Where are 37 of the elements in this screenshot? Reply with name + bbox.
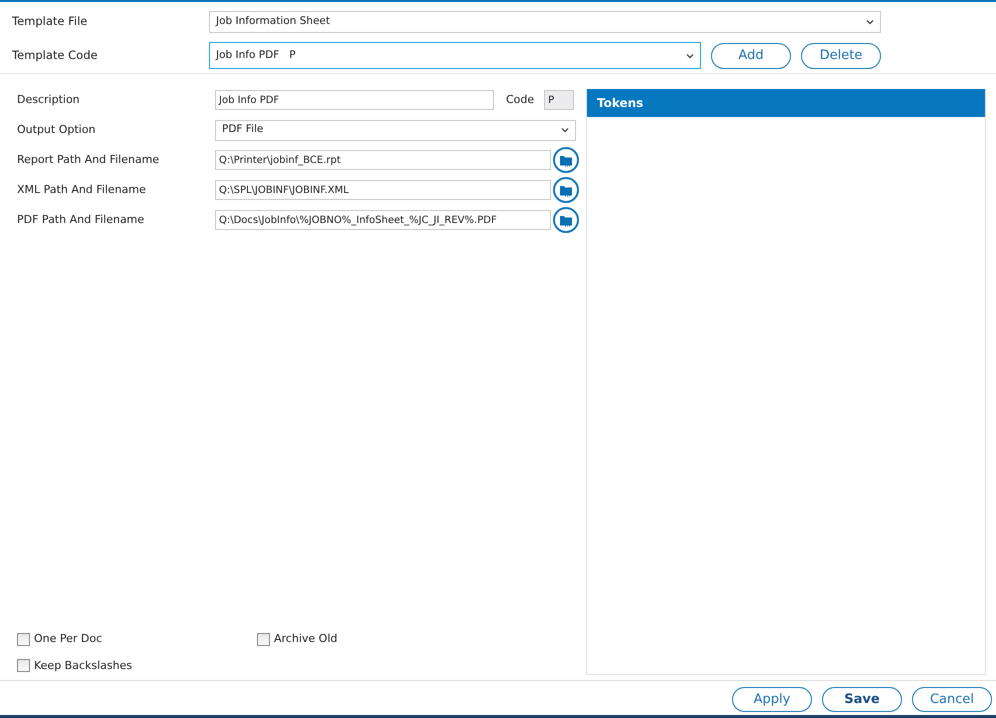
- action-button[interactable]: Add: [711, 42, 791, 68]
- action-button[interactable]: Cancel: [912, 687, 992, 712]
- browse-folder-button[interactable]: [553, 147, 579, 173]
- browse-folder-button[interactable]: [553, 177, 579, 203]
- dropdown-field[interactable]: Job Information Sheet: [209, 11, 881, 33]
- text-field[interactable]: Q:\Docs\JobInfo\%JOBNO%_InfoSheet_%JC_JI_REV%.PDF: [215, 210, 551, 230]
- field-label: Report Path And Filename: [17, 152, 160, 168]
- dropdown-caret-icon: [686, 52, 694, 58]
- checkbox[interactable]: [17, 632, 30, 646]
- field-label: Output Option: [17, 122, 96, 138]
- dropdown-caret-icon: [866, 19, 874, 25]
- browse-folder-button[interactable]: [553, 207, 579, 233]
- action-button[interactable]: Delete: [801, 42, 881, 68]
- text-field[interactable]: Job Info PDF: [215, 90, 494, 110]
- field-label: PDF Path And Filename: [17, 212, 146, 228]
- checkbox-label: Keep Backslashes: [34, 658, 132, 674]
- code-field[interactable]: P: [544, 90, 574, 110]
- folder-icon: [559, 214, 573, 226]
- checkbox[interactable]: [257, 632, 270, 646]
- field-label: Code: [506, 92, 534, 108]
- checkbox-label: Archive Old: [274, 631, 338, 647]
- checkbox[interactable]: [17, 659, 30, 672]
- text-field[interactable]: Q:\Printer\jobinf_BCE.rpt: [215, 150, 551, 170]
- folder-icon: [559, 154, 573, 166]
- folder-icon: [559, 184, 573, 196]
- dropdown-field[interactable]: PDF File: [215, 120, 576, 140]
- checkbox-label: One Per Doc: [34, 631, 102, 647]
- field-label: XML Path And Filename: [17, 182, 147, 198]
- text-field[interactable]: Q:\SPL\JOBINF\JOBINF.XML: [215, 180, 551, 200]
- dropdown-caret-icon: [561, 127, 569, 133]
- field-label: Description: [17, 92, 81, 108]
- dropdown-field[interactable]: Job Info PDF P: [209, 42, 701, 69]
- field-label: Template Code: [12, 46, 99, 64]
- panel-header: Tokens: [587, 89, 985, 117]
- action-button[interactable]: Apply: [732, 687, 812, 712]
- action-button[interactable]: Save: [822, 687, 902, 712]
- field-label: Template File: [12, 13, 88, 30]
